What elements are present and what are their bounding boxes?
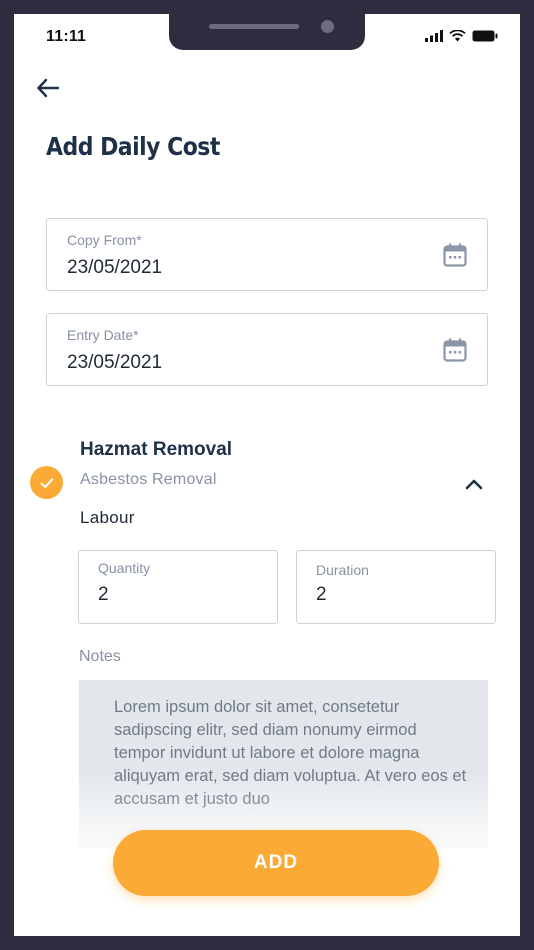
copy-from-label: Copy From* bbox=[67, 232, 142, 248]
section-subtitle: Asbestos Removal bbox=[80, 471, 217, 488]
signal-icon bbox=[425, 30, 443, 42]
phone-notch bbox=[169, 14, 365, 50]
page-title: Add Daily Cost bbox=[46, 132, 220, 161]
duration-label: Duration bbox=[316, 562, 369, 578]
section-title: Hazmat Removal bbox=[80, 439, 233, 460]
notes-label: Notes bbox=[79, 648, 121, 665]
quantity-field[interactable]: Quantity 2 bbox=[78, 550, 278, 624]
speaker-grille bbox=[209, 24, 299, 29]
entry-date-label: Entry Date* bbox=[67, 327, 139, 343]
add-button[interactable]: ADD bbox=[113, 830, 439, 896]
calendar-icon[interactable] bbox=[443, 243, 467, 267]
calendar-icon[interactable] bbox=[443, 338, 467, 362]
wifi-icon bbox=[449, 30, 466, 42]
status-icons bbox=[425, 30, 498, 42]
cost-category: Labour bbox=[80, 508, 135, 527]
phone-screen: 11:11 Add Daily Cost Copy From* 23/05/20… bbox=[14, 14, 520, 936]
battery-icon bbox=[472, 30, 498, 42]
copy-from-field[interactable]: Copy From* 23/05/2021 bbox=[46, 218, 488, 291]
entry-date-field[interactable]: Entry Date* 23/05/2021 bbox=[46, 313, 488, 386]
copy-from-value: 23/05/2021 bbox=[67, 257, 163, 278]
duration-field[interactable]: Duration 2 bbox=[296, 550, 496, 624]
status-time: 11:11 bbox=[46, 28, 87, 45]
back-arrow-icon[interactable] bbox=[34, 74, 62, 102]
duration-value: 2 bbox=[316, 584, 327, 605]
check-icon bbox=[40, 477, 53, 488]
notes-textarea[interactable]: Lorem ipsum dolor sit amet, consetetur s… bbox=[79, 680, 488, 848]
front-camera bbox=[321, 20, 334, 33]
quantity-value: 2 bbox=[98, 584, 109, 605]
entry-date-value: 23/05/2021 bbox=[67, 352, 163, 373]
chevron-up-icon[interactable] bbox=[464, 474, 484, 494]
quantity-label: Quantity bbox=[98, 560, 151, 576]
notes-text: Lorem ipsum dolor sit amet, consetetur s… bbox=[114, 698, 467, 808]
selected-check[interactable] bbox=[30, 466, 63, 499]
